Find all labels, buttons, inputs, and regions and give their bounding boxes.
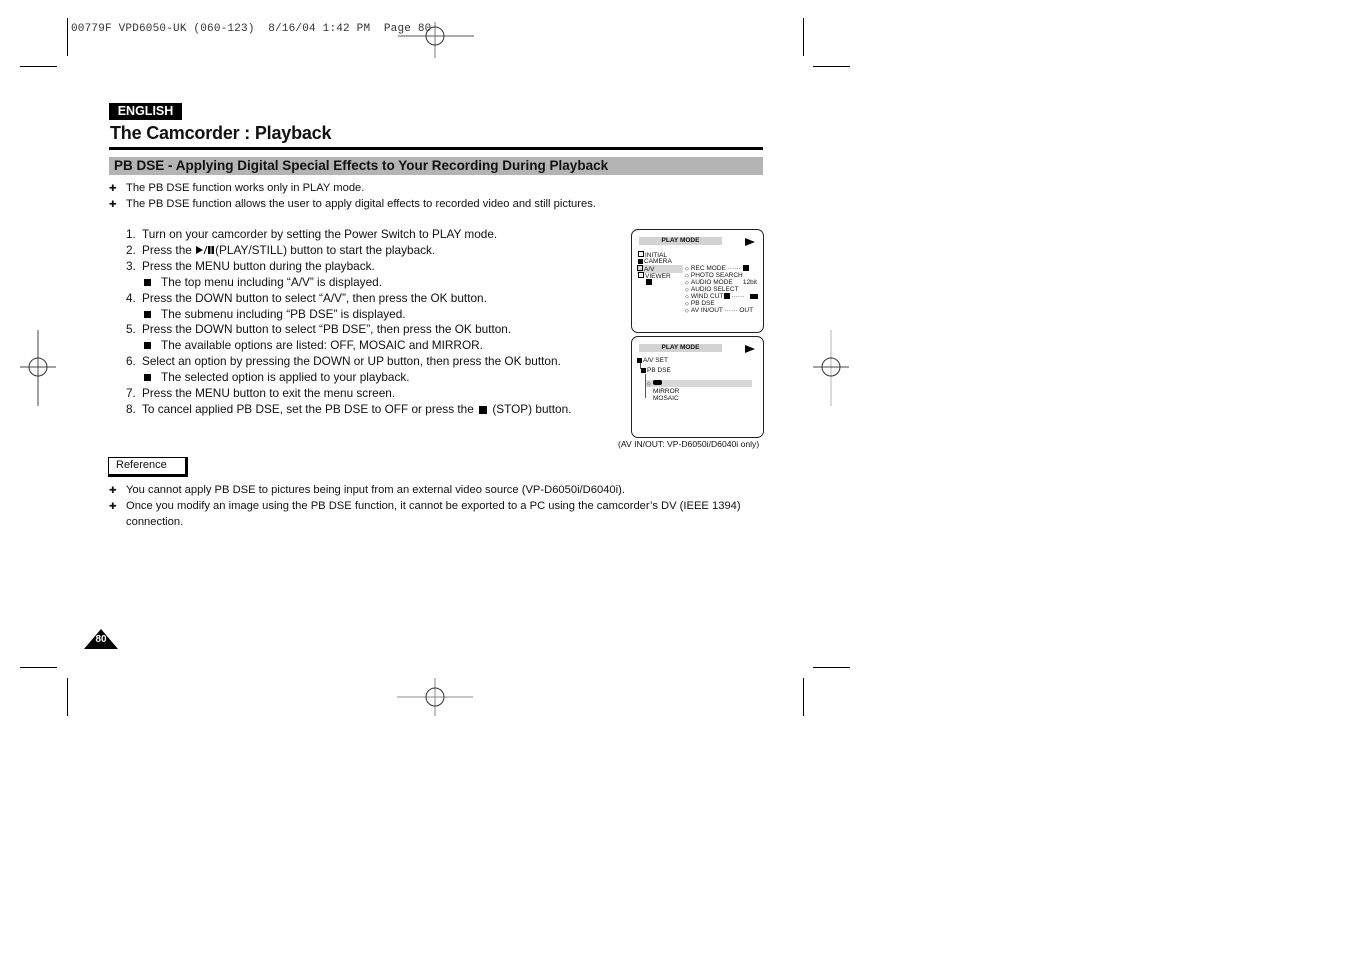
bullet-cross-icon: ✚ [109,501,117,511]
crop-mark [803,18,804,56]
step-number: 2. [126,242,136,257]
page-number: 80 [95,634,107,645]
play-still-icon [196,245,215,255]
step-result: The top menu including “A/V” is displaye… [126,275,606,291]
step-text: (STOP) button. [492,401,572,416]
step-item: 4. Press the DOWN button to select “A/V”… [126,291,606,307]
step-result-text: The selected option is applied to your p… [161,370,410,385]
screen-header: PLAY MODE [639,344,722,352]
step-item: 1. Turn on your camcorder by setting the… [126,227,606,243]
step-number: 1. [126,227,136,241]
step-text: To cancel applied PB DSE, set the PB DSE… [142,401,478,416]
crop-mark [20,667,57,668]
bullet-item: ✚ The PB DSE function works only in PLAY… [109,180,596,196]
step-result: The submenu including “PB DSE” is displa… [126,307,606,323]
menu-icon [638,251,644,257]
viewer-icon [638,272,644,278]
steps-list: 1. Turn on your camcorder by setting the… [126,227,606,418]
menu-item-camera: CAMERA [638,258,672,265]
step-text: (PLAY/STILL) button to start the playbac… [215,242,436,257]
registration-mark-left [20,330,56,406]
reference-label: Reference [108,457,188,477]
step-number: 5. [126,322,136,337]
bullet-cross-icon: ✚ [109,183,117,193]
step-number: 4. [126,290,136,305]
screen-caption: (AV IN/OUT: VP-D6050i/D6040i only) [618,439,760,449]
step-text: Press the [142,242,196,257]
step-item: 2. Press the (PLAY/STILL) button to star… [126,243,606,259]
bullet-text: The PB DSE function allows the user to a… [126,198,596,210]
intro-bullets: ✚ The PB DSE function works only in PLAY… [109,180,596,212]
crop-mark [67,18,68,56]
bullet-cross-icon: ✚ [109,485,117,495]
step-item: 8. To cancel applied PB DSE, set the PB … [126,402,606,418]
option-off-selected: ◇ [646,380,752,387]
square-bullet-icon [144,310,151,318]
crop-mark [67,678,68,716]
step-result-text: The top menu including “A/V” is displaye… [161,274,382,289]
option-mosaic: MOSAIC [653,395,679,402]
path-pb-dse: PB DSE [641,367,671,374]
step-text: Press the MENU button to exit the menu s… [142,386,396,401]
step-result: The selected option is applied to your p… [126,370,606,386]
title-rule [109,147,763,150]
crop-mark [803,678,804,716]
play-arrow-icon [745,238,755,246]
step-number: 3. [126,258,136,273]
registration-mark-bottom [397,678,473,716]
square-bullet-icon [144,342,151,350]
step-text: Press the DOWN button to select “PB DSE”… [142,322,512,337]
menu-screen-bottom: PLAY MODE A/V SET PB DSE ◇ MIRROR MOSAIC [631,336,764,438]
step-text: Turn on your camcorder by setting the Po… [142,227,498,241]
step-item: 7. Press the MENU button to exit the men… [126,386,606,402]
bullet-item: ✚ The PB DSE function allows the user to… [109,196,596,212]
av-icon [637,265,643,271]
registration-mark-right [813,330,849,406]
reference-notes: ✚ You cannot apply PB DSE to pictures be… [109,482,769,530]
step-item: 3. Press the MENU button during the play… [126,259,606,275]
section-heading: PB DSE - Applying Digital Special Effect… [109,157,763,175]
language-tab: ENGLISH [109,103,182,120]
submenu-item: ◇ AV IN/OUT ······ OUT [685,307,754,314]
off-option-marker [652,380,662,385]
step-text: Press the MENU button during the playbac… [142,258,375,273]
step-result-text: The submenu including “PB DSE” is displa… [161,306,406,321]
note-text: Once you modify an image using the PB DS… [126,500,741,528]
screen-header: PLAY MODE [639,237,722,245]
menu-screen-top: PLAY MODE INITIAL CAMERA A/V VIEWER ◇ REC… [631,229,764,333]
crop-mark [813,66,850,67]
camera-icon [638,259,643,264]
step-item: 5. Press the DOWN button to select “PB D… [126,322,606,338]
square-bullet-icon [144,278,151,286]
note-item: ✚ Once you modify an image using the PB … [109,498,769,530]
note-text: You cannot apply PB DSE to pictures bein… [126,484,625,496]
note-item: ✚ You cannot apply PB DSE to pictures be… [109,482,769,498]
viewer-sub-icon [646,279,653,286]
page-title: The Camcorder : Playback [110,123,332,143]
option-mirror: MIRROR [653,388,680,395]
stop-icon [479,405,488,414]
play-arrow-icon [745,345,755,353]
crop-mark [813,667,850,668]
bullet-text: The PB DSE function works only in PLAY m… [126,182,365,194]
step-result: The available options are listed: OFF, M… [126,338,606,354]
step-text: Select an option by pressing the DOWN or… [142,354,561,369]
step-number: 8. [126,401,136,416]
folder-icon [641,368,646,373]
menu-item-viewer: VIEWER [638,272,671,280]
bullet-cross-icon: ✚ [109,199,117,209]
step-text: Press the DOWN button to select “A/V”, t… [142,290,487,305]
step-number: 7. [126,386,136,401]
step-number: 6. [126,354,136,369]
crop-mark [20,66,57,67]
square-bullet-icon [144,374,151,382]
step-result-text: The available options are listed: OFF, M… [161,338,483,353]
print-slug: 00779F VPD6050-UK (060-123) 8/16/04 1:42… [71,23,432,35]
path-av-set: A/V SET [637,357,668,364]
step-item: 6. Select an option by pressing the DOWN… [126,354,606,370]
